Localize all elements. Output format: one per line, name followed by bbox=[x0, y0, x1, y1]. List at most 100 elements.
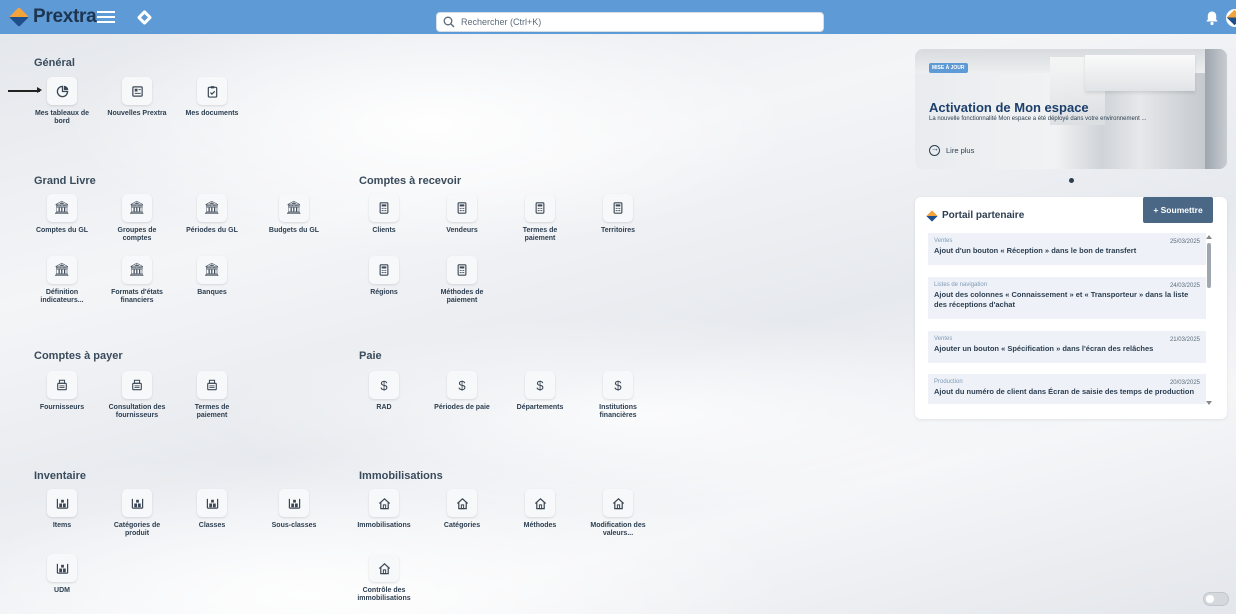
news-date: 21/03/2025 bbox=[1169, 337, 1200, 343]
avatar[interactable] bbox=[1226, 9, 1236, 27]
carousel-dot[interactable] bbox=[1069, 178, 1074, 183]
tile-label: Termes de paiement bbox=[522, 227, 558, 242]
scroll-up-icon[interactable] bbox=[1206, 235, 1212, 239]
diamond-icon[interactable] bbox=[136, 9, 152, 25]
tile-periodes-de-paie[interactable]: $ Périodes de paie bbox=[432, 371, 492, 412]
news-item[interactable]: Listes de navigation 24/03/2025 Ajout de… bbox=[928, 277, 1206, 319]
tile-immobilisations[interactable]: Immobilisations bbox=[354, 489, 414, 530]
tile-fournisseurs[interactable]: Fournisseurs bbox=[32, 371, 92, 412]
tile-departements[interactable]: $ Départements bbox=[510, 371, 570, 412]
tile-label: Méthodes de paiement bbox=[440, 289, 484, 304]
search-placeholder: Rechercher (Ctrl+K) bbox=[461, 17, 542, 27]
portal-header: Portail partenaire bbox=[926, 209, 1025, 222]
scroll-down-icon[interactable] bbox=[1206, 401, 1212, 405]
tile-label: Formats d'états financiers bbox=[111, 289, 163, 304]
tile-label: Modification des valeurs... bbox=[590, 522, 646, 537]
tile-label: Contrôle des immobilisations bbox=[357, 587, 411, 602]
bank-icon: 🏛 bbox=[122, 194, 152, 222]
submit-button[interactable]: + Soumettre bbox=[1143, 197, 1213, 223]
tile-label: Clients bbox=[372, 227, 396, 234]
cash-register-icon bbox=[197, 371, 227, 399]
tile-label: Nouvelles Prextra bbox=[107, 110, 167, 117]
top-bar: Prextra Rechercher (Ctrl+K) bbox=[0, 0, 1236, 34]
newspaper-icon bbox=[122, 77, 152, 105]
tile-classes[interactable]: Classes bbox=[182, 489, 242, 530]
tile-budgets-du-gl[interactable]: 🏛 Budgets du GL bbox=[264, 194, 324, 235]
tile-categories-de-produit[interactable]: Catégories de produit bbox=[107, 489, 167, 538]
tile-sous-classes[interactable]: Sous-classes bbox=[264, 489, 324, 530]
news-text: Ajouter un bouton « Spécification » dans… bbox=[934, 344, 1154, 353]
news-item[interactable]: Ventes 21/03/2025 Ajouter un bouton « Sp… bbox=[928, 331, 1206, 363]
tile-consultation-des-fournisseurs[interactable]: Consultation des fournisseurs bbox=[107, 371, 167, 420]
search-input[interactable]: Rechercher (Ctrl+K) bbox=[436, 12, 824, 32]
banner-description: La nouvelle fonctionnalité Mon espace a … bbox=[929, 116, 1147, 122]
read-more-link[interactable]: Lire plus bbox=[929, 144, 974, 156]
pallet-icon bbox=[47, 554, 77, 582]
pallet-icon bbox=[197, 489, 227, 517]
tile-definition-indicateurs[interactable]: 🏛 Définition indicateurs... bbox=[32, 256, 92, 305]
tile-label: Mes tableaux de bord bbox=[34, 110, 90, 125]
tile-termes-de-paiement-ar[interactable]: Termes de paiement bbox=[510, 194, 570, 243]
section-title-comptes-a-recevoir: Comptes à recevoir bbox=[359, 175, 462, 187]
house-icon bbox=[369, 489, 399, 517]
tile-formats-etats-financiers[interactable]: 🏛 Formats d'états financiers bbox=[107, 256, 167, 305]
tile-udm[interactable]: UDM bbox=[32, 554, 92, 595]
tile-label: Comptes du GL bbox=[35, 227, 89, 234]
news-banner[interactable]: MISE À JOUR Activation de Mon espace La … bbox=[915, 49, 1227, 169]
bank-icon: 🏛 bbox=[122, 256, 152, 284]
news-category: Ventes bbox=[934, 336, 953, 342]
tile-modification-des-valeurs[interactable]: Modification des valeurs... bbox=[588, 489, 648, 538]
tile-methodes-de-paiement[interactable]: Méthodes de paiement bbox=[432, 256, 492, 305]
portal-title: Portail partenaire bbox=[942, 210, 1025, 221]
tile-label: Institutions financières bbox=[599, 404, 637, 419]
tile-groupes-de-comptes[interactable]: 🏛 Groupes de comptes bbox=[107, 194, 167, 243]
prextra-logo[interactable]: Prextra bbox=[9, 6, 97, 28]
tile-banques[interactable]: 🏛 Banques bbox=[182, 256, 242, 297]
theme-toggle[interactable] bbox=[1203, 592, 1229, 606]
news-item[interactable]: Ventes 25/03/2025 Ajout d'un bouton « Ré… bbox=[928, 233, 1206, 265]
bell-icon[interactable] bbox=[1205, 10, 1219, 26]
tile-vendeurs[interactable]: Vendeurs bbox=[432, 194, 492, 235]
scroll-thumb[interactable] bbox=[1207, 243, 1211, 288]
pie-chart-icon bbox=[47, 77, 77, 105]
tile-institutions-financieres[interactable]: $ Institutions financières bbox=[588, 371, 648, 420]
clipboard-check-icon bbox=[197, 77, 227, 105]
tile-label: Territoires bbox=[600, 227, 636, 234]
calculator-icon bbox=[447, 256, 477, 284]
arrow-circle-right-icon bbox=[929, 144, 940, 156]
tile-nouvelles-prextra[interactable]: Nouvelles Prextra bbox=[107, 77, 167, 118]
tile-label: Fournisseurs bbox=[39, 404, 85, 411]
tile-controle-des-immobilisations[interactable]: Contrôle des immobilisations bbox=[354, 554, 414, 603]
news-scrollbar[interactable] bbox=[1206, 235, 1212, 405]
tile-clients[interactable]: Clients bbox=[354, 194, 414, 235]
pallet-icon bbox=[122, 489, 152, 517]
tile-label: Mes documents bbox=[185, 110, 239, 117]
section-title-paie: Paie bbox=[359, 350, 382, 362]
tile-territoires[interactable]: Territoires bbox=[588, 194, 648, 235]
tile-methodes[interactable]: Méthodes bbox=[510, 489, 570, 530]
tile-regions[interactable]: Régions bbox=[354, 256, 414, 297]
tile-comptes-du-gl[interactable]: 🏛 Comptes du GL bbox=[32, 194, 92, 235]
tile-periodes-du-gl[interactable]: 🏛 Périodes du GL bbox=[182, 194, 242, 235]
tile-label: Catégories bbox=[443, 522, 481, 529]
house-icon bbox=[525, 489, 555, 517]
news-item[interactable]: Production 20/03/2025 Ajout du numéro de… bbox=[928, 374, 1206, 404]
dollar-icon: $ bbox=[603, 371, 633, 399]
tile-mes-tableaux-de-bord[interactable]: Mes tableaux de bord bbox=[32, 77, 92, 126]
section-title-general: Général bbox=[34, 57, 75, 69]
prextra-logo-icon bbox=[926, 209, 938, 222]
tile-rad[interactable]: $ RAD bbox=[354, 371, 414, 412]
section-title-inventaire: Inventaire bbox=[34, 470, 86, 482]
tile-categories[interactable]: Catégories bbox=[432, 489, 492, 530]
tile-termes-de-paiement-ap[interactable]: Termes de paiement bbox=[182, 371, 242, 420]
update-badge: MISE À JOUR bbox=[929, 63, 968, 73]
tile-label: Vendeurs bbox=[446, 227, 478, 234]
dollar-icon: $ bbox=[525, 371, 555, 399]
tile-label: Items bbox=[52, 522, 72, 529]
tile-label: Consultation des fournisseurs bbox=[108, 404, 166, 419]
search-icon bbox=[443, 16, 455, 28]
tile-mes-documents[interactable]: Mes documents bbox=[182, 77, 242, 118]
tile-items[interactable]: Items bbox=[32, 489, 92, 530]
news-category: Ventes bbox=[934, 238, 953, 244]
hamburger-menu-icon[interactable] bbox=[97, 9, 115, 25]
